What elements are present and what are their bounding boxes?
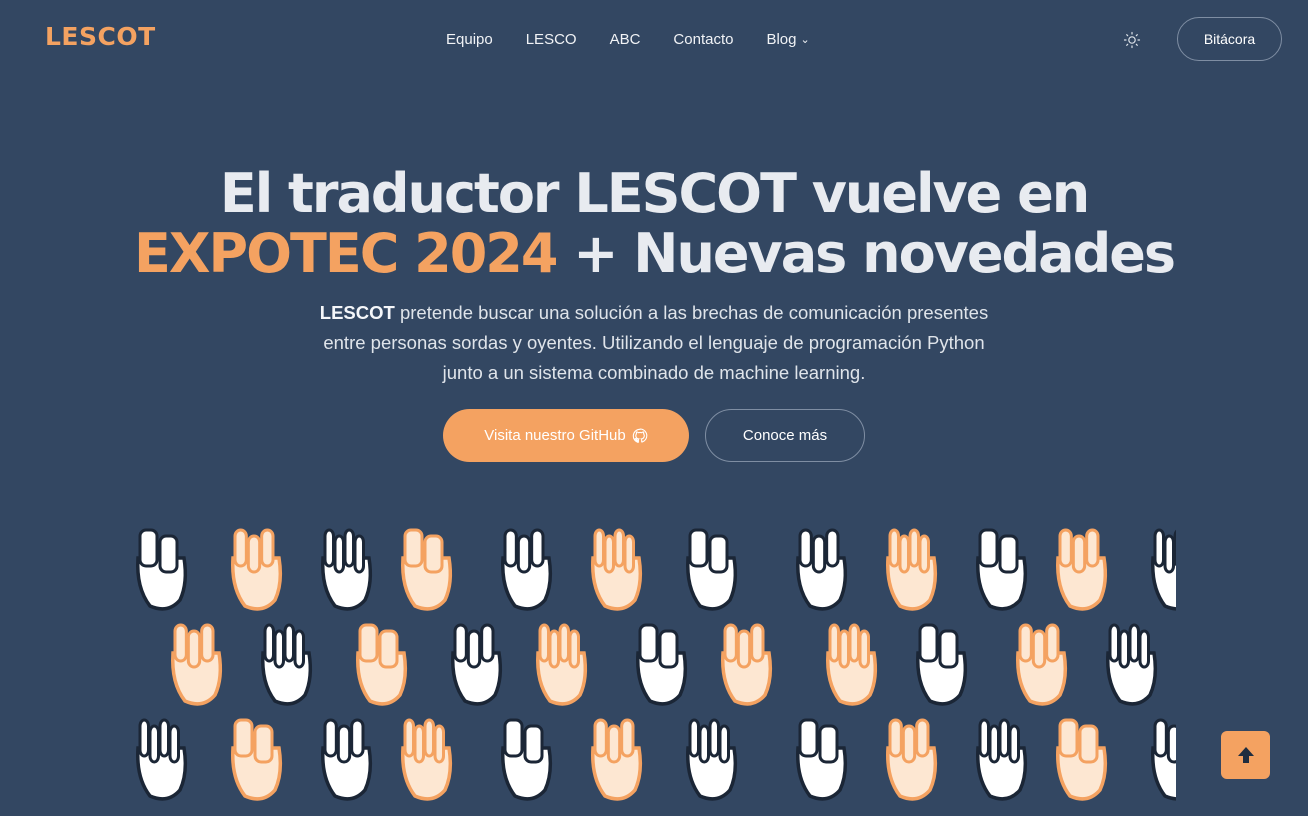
hand-sign-icon: [826, 623, 878, 706]
hero-subtitle-line3: junto a un sistema combinado de machine …: [442, 362, 866, 383]
hand-sign-icon: [231, 528, 283, 611]
nav-lesco-label: LESCO: [525, 31, 577, 48]
hero-subtitle-line1: pretende buscar una solución a las brech…: [394, 302, 989, 323]
hand-sign-icon: [536, 623, 588, 706]
hand-sign-icon: [1056, 718, 1108, 801]
hand-sign-icon: [636, 623, 688, 706]
hand-sign-icon: [886, 718, 938, 801]
nav-contacto[interactable]: Contacto: [673, 29, 733, 51]
scroll-to-top-button[interactable]: [1221, 731, 1270, 779]
sign-language-hands-illustration: [128, 520, 1176, 816]
github-button-label: Visita nuestro GitHub: [484, 427, 626, 444]
hand-sign-icon: [721, 623, 773, 706]
arrow-up-icon: [1237, 747, 1254, 763]
hand-sign-icon: [171, 623, 223, 706]
hero-title-rest: + Nuevas novedades: [556, 222, 1176, 285]
hero-subtitle-brand: LESCOT: [319, 302, 395, 323]
hand-sign-icon: [796, 718, 848, 801]
hand-sign-icon: [136, 718, 188, 801]
hand-sign-icon: [1016, 623, 1068, 706]
logo-text: LESCOT: [45, 22, 156, 51]
hand-sign-icon: [886, 528, 938, 611]
hand-sign-icon: [686, 528, 738, 611]
hand-sign-icon: [1151, 718, 1176, 801]
nav-lesco[interactable]: LESCO: [526, 29, 577, 51]
site-header: LESCOT Equipo LESCO ABC Contacto Blog ⌄ B…: [0, 0, 1308, 80]
nav-equipo[interactable]: Equipo: [446, 29, 493, 51]
hand-sign-icon: [501, 718, 553, 801]
hand-sign-icon: [321, 528, 373, 611]
nav-abc[interactable]: ABC: [610, 29, 641, 51]
nav-blog[interactable]: Blog ⌄: [766, 29, 809, 51]
github-button[interactable]: Visita nuestro GitHub: [443, 409, 689, 462]
hand-sign-icon: [1151, 528, 1176, 611]
hand-sign-icon: [451, 623, 503, 706]
hand-sign-icon: [261, 623, 313, 706]
chevron-down-icon: ⌄: [800, 34, 810, 46]
hand-sign-icon: [916, 623, 968, 706]
hero-subtitle-line2: entre personas sordas y oyentes. Utiliza…: [323, 332, 985, 353]
hero-title-line1: El traductor LESCOT vuelve en: [219, 162, 1090, 225]
hand-sign-icon: [136, 528, 188, 611]
hand-sign-icon: [591, 718, 643, 801]
hand-sign-icon: [1106, 623, 1158, 706]
hand-sign-icon: [686, 718, 738, 801]
main-nav: Equipo LESCO ABC Contacto Blog ⌄: [446, 29, 843, 51]
nav-equipo-label: Equipo: [446, 31, 493, 48]
hand-sign-icon: [1056, 528, 1108, 611]
logo[interactable]: LESCOT: [45, 23, 156, 51]
nav-contacto-label: Contacto: [673, 31, 734, 48]
hand-sign-icon: [501, 528, 553, 611]
hero-title: El traductor LESCOT vuelve en EXPOTEC 20…: [0, 164, 1308, 284]
hand-sign-icon: [796, 528, 848, 611]
hand-sign-icon: [321, 718, 373, 801]
hand-sign-icon: [401, 528, 453, 611]
nav-abc-label: ABC: [609, 31, 641, 48]
hand-sign-icon: [976, 718, 1028, 801]
hand-sign-icon: [231, 718, 283, 801]
nav-blog-label: Blog: [766, 31, 797, 48]
hand-sign-icon: [976, 528, 1028, 611]
hero-title-accent: EXPOTEC 2024: [133, 222, 558, 285]
sun-icon[interactable]: [1121, 29, 1143, 51]
hero-subtitle: LESCOT pretende buscar una solución a la…: [262, 298, 1046, 388]
github-icon: [632, 427, 648, 443]
hand-sign-icon: [591, 528, 643, 611]
bitacora-button[interactable]: Bitácora: [1177, 17, 1282, 61]
hand-sign-icon: [356, 623, 408, 706]
hand-sign-icon: [401, 718, 453, 801]
learn-more-button[interactable]: Conoce más: [705, 409, 865, 462]
